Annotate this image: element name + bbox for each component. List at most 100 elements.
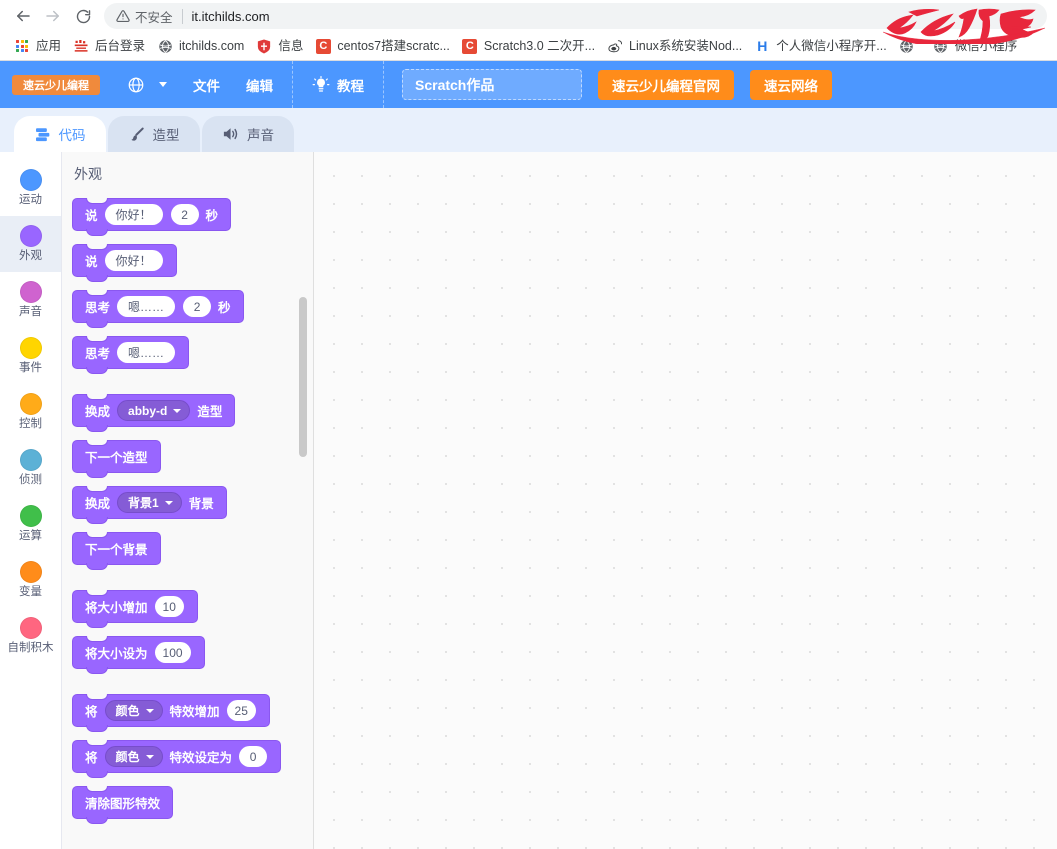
code-canvas[interactable] — [314, 152, 1057, 849]
shield-red-icon — [257, 39, 271, 54]
globe-icon — [899, 39, 914, 54]
palette-block-row: 思考嗯…… — [72, 336, 313, 369]
block-label: 清除图形特效 — [82, 793, 163, 812]
csdn-c-icon: C — [462, 38, 478, 54]
globe-icon — [127, 76, 145, 94]
change-size-by-block[interactable]: 将大小增加10 — [72, 590, 198, 623]
category-7[interactable]: 运算 — [0, 496, 61, 552]
say-block[interactable]: 说你好！ — [72, 244, 177, 277]
browser-navigation-bar: 不安全 it.itchilds.com — [0, 0, 1057, 32]
block-number-input[interactable]: 2 — [171, 204, 199, 225]
project-title-input[interactable]: Scratch作品 — [402, 69, 582, 100]
palette-block-row: 说你好！ — [72, 244, 313, 277]
bookmark-item[interactable]: 后台登录 — [67, 35, 151, 57]
category-9[interactable]: 自制积木 — [0, 608, 61, 664]
block-text-input[interactable]: 嗯…… — [117, 342, 175, 363]
palette-block-row: 换成背景1背景 — [72, 486, 313, 519]
category-2[interactable]: 外观 — [0, 216, 61, 272]
h-letter-icon: H — [755, 39, 770, 54]
scratch-editor: 速云少儿编程 文件 编辑 — [0, 61, 1057, 849]
next-backdrop-block[interactable]: 下一个背景 — [72, 532, 161, 565]
next-costume-block[interactable]: 下一个造型 — [72, 440, 161, 473]
think-for-seconds-block[interactable]: 思考嗯……2秒 — [72, 290, 244, 323]
set-size-to-block[interactable]: 将大小设为100 — [72, 636, 205, 669]
code-blocks-icon — [35, 127, 52, 142]
menu-edit[interactable]: 编辑 — [233, 61, 286, 108]
clear-graphic-effects-block[interactable]: 清除图形特效 — [72, 786, 173, 819]
bookmark-item[interactable]: Linux系统安装Nod... — [601, 35, 748, 57]
block-text-input[interactable]: 嗯…… — [117, 296, 175, 317]
category-label: 变量 — [19, 587, 42, 599]
say-for-seconds-block[interactable]: 说你好！2秒 — [72, 198, 231, 231]
security-status[interactable]: 不安全 — [116, 7, 173, 26]
back-button[interactable] — [8, 2, 38, 30]
bookmark-item[interactable]: 信息 — [250, 35, 309, 57]
block-palette-inner: 外观 说你好！2秒说你好！思考嗯……2秒思考嗯……换成abby-d造型下一个造型… — [62, 152, 313, 819]
category-6[interactable]: 侦测 — [0, 440, 61, 496]
project-title-text: Scratch作品 — [415, 75, 494, 95]
palette-block-row: 下一个背景 — [72, 532, 313, 565]
block-palette[interactable]: 外观 说你好！2秒说你好！思考嗯……2秒思考嗯……换成abby-d造型下一个造型… — [62, 152, 314, 849]
bookmark-item[interactable]: Ccentos7搭建scratc... — [309, 35, 456, 57]
block-text-input[interactable]: 你好！ — [105, 250, 163, 271]
suyun-network-button[interactable]: 速云网络 — [750, 70, 832, 100]
block-dropdown[interactable]: 背景1 — [117, 492, 182, 513]
tab-code-label: 代码 — [59, 124, 86, 144]
bookmark-item[interactable]: CScratch3.0 二次开... — [456, 35, 601, 57]
think-block[interactable]: 思考嗯…… — [72, 336, 189, 369]
category-1[interactable]: 运动 — [0, 160, 61, 216]
bookmark-item[interactable] — [893, 35, 927, 57]
speaker-icon — [222, 126, 240, 142]
block-dropdown[interactable]: 颜色 — [105, 746, 163, 767]
category-label: 事件 — [19, 363, 42, 375]
block-number-input[interactable]: 0 — [239, 746, 267, 767]
bookmark-item[interactable]: itchilds.com — [151, 35, 250, 57]
chevron-down-icon — [146, 709, 154, 713]
apps-grid-icon — [16, 40, 28, 52]
reload-button[interactable] — [68, 2, 98, 30]
category-5[interactable]: 控制 — [0, 384, 61, 440]
block-number-input[interactable]: 10 — [155, 596, 184, 617]
switch-costume-block[interactable]: 换成abby-d造型 — [72, 394, 235, 427]
bookmark-label: Linux系统安装Nod... — [629, 40, 742, 53]
tab-sounds[interactable]: 声音 — [202, 116, 294, 152]
bookmark-item[interactable]: 微信小程序 — [927, 35, 1024, 57]
address-bar[interactable]: 不安全 it.itchilds.com — [104, 3, 1047, 29]
block-label: 秒 — [203, 205, 222, 224]
bookmarks-bar: 应用后台登录itchilds.com信息Ccentos7搭建scratc...C… — [0, 32, 1057, 61]
category-4[interactable]: 事件 — [0, 328, 61, 384]
block-text-input[interactable]: 你好！ — [105, 204, 163, 225]
block-dropdown-label: abby-d — [128, 404, 167, 418]
browser-chrome: 不安全 it.itchilds.com 应用后台登录itchilds.com信息… — [0, 0, 1057, 61]
tab-costumes[interactable]: 造型 — [108, 116, 200, 152]
block-number-input[interactable]: 2 — [183, 296, 211, 317]
block-label: 换成 — [82, 401, 113, 420]
url-text: it.itchilds.com — [192, 9, 270, 24]
language-menu[interactable] — [114, 61, 180, 108]
bookmark-item[interactable]: H个人微信小程序开... — [748, 35, 892, 57]
menu-tutorials[interactable]: 教程 — [299, 61, 377, 108]
chevron-down-icon — [165, 501, 173, 505]
tab-costumes-label: 造型 — [153, 124, 180, 144]
category-3[interactable]: 声音 — [0, 272, 61, 328]
block-number-input[interactable]: 100 — [155, 642, 191, 663]
bookmark-item[interactable]: 应用 — [8, 35, 67, 57]
site-favicon-icon — [74, 39, 89, 53]
change-effect-by-block[interactable]: 将颜色特效增加25 — [72, 694, 270, 727]
switch-backdrop-block[interactable]: 换成背景1背景 — [72, 486, 227, 519]
menu-divider-2 — [383, 61, 384, 108]
sina-icon — [607, 38, 623, 54]
tab-code[interactable]: 代码 — [14, 116, 106, 152]
block-dropdown[interactable]: 颜色 — [105, 700, 163, 721]
block-group-gap — [72, 382, 313, 394]
scratch-brand-logo-icon[interactable]: 速云少儿编程 — [12, 73, 100, 97]
category-8[interactable]: 变量 — [0, 552, 61, 608]
palette-scrollbar[interactable] — [299, 297, 307, 457]
block-label: 将大小增加 — [82, 597, 151, 616]
block-number-input[interactable]: 25 — [227, 700, 256, 721]
menu-file[interactable]: 文件 — [180, 61, 233, 108]
block-dropdown[interactable]: abby-d — [117, 400, 190, 421]
forward-button[interactable] — [38, 2, 68, 30]
official-site-button[interactable]: 速云少儿编程官网 — [598, 70, 734, 100]
set-effect-to-block[interactable]: 将颜色特效设定为0 — [72, 740, 281, 773]
